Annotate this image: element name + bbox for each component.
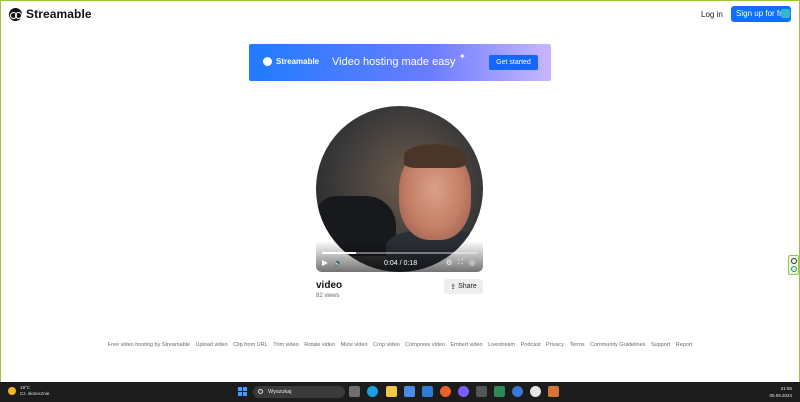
progress-fill (322, 252, 357, 254)
volume-icon[interactable]: 🔈 (334, 259, 343, 267)
footer-link[interactable]: Embed video (451, 342, 483, 348)
signup-button[interactable]: Sign up for free (731, 6, 791, 22)
promo-banner[interactable]: Streamable Video hosting made easy ✦ Get… (249, 44, 551, 81)
streamable-logo-icon (9, 7, 22, 21)
footer-link[interactable]: Rotate video (304, 342, 335, 348)
weather-widget[interactable]: 19°C Cz. słonecznie (8, 385, 49, 397)
share-button[interactable]: ⇪ Share (444, 279, 483, 294)
chat-icon[interactable] (781, 9, 790, 18)
footer-link[interactable]: Free video hosting by Streamable (108, 342, 190, 348)
firefox-icon[interactable] (440, 386, 451, 397)
footer-link[interactable]: Privacy (546, 342, 564, 348)
sparkle-icon: ✦ (459, 52, 466, 61)
monitor-icon[interactable] (494, 386, 505, 397)
weather-description: Cz. słonecznie (20, 391, 50, 396)
time-display: 0:04 / 0:18 (384, 260, 418, 267)
store-icon[interactable] (404, 386, 415, 397)
app-icon[interactable] (512, 386, 523, 397)
brand-name: Streamable (26, 7, 92, 21)
banner-tagline: Video hosting made easy (332, 56, 456, 68)
side-widget[interactable] (788, 255, 799, 275)
taskbar-search[interactable]: Wyszukaj (253, 386, 345, 398)
banner-logo-icon (263, 57, 272, 66)
footer-link[interactable]: Community Guidelines (590, 342, 645, 348)
settings-icon[interactable] (791, 258, 797, 264)
banner-logo: Streamable (263, 57, 319, 66)
app-icon[interactable] (476, 386, 487, 397)
fullscreen-icon[interactable]: ⛶ (458, 259, 463, 267)
video-controls: 🔈 0:04 / 0:18 ⚙ ⛶ ◎ (316, 241, 483, 272)
system-clock[interactable]: 21:55 05.09.2024 (762, 385, 792, 399)
site-header: Streamable Log in Sign up for free (1, 1, 799, 29)
banner-brand: Streamable (276, 57, 320, 66)
video-title: video (316, 280, 343, 291)
mail-icon[interactable] (422, 386, 433, 397)
share-label: Share (458, 283, 477, 290)
file-explorer-icon[interactable] (386, 386, 397, 397)
app-icon[interactable] (530, 386, 541, 397)
footer-links: Free video hosting by Streamable Upload … (1, 342, 799, 348)
footer-link[interactable]: Upload video (196, 342, 228, 348)
get-started-button[interactable]: Get started (489, 55, 538, 70)
weather-icon (8, 387, 16, 395)
windows-start-icon[interactable] (238, 387, 247, 396)
edge-icon[interactable] (367, 386, 378, 397)
clock-time: 21:55 (780, 386, 792, 391)
clock-date: 05.09.2024 (769, 393, 792, 398)
streamable-logo[interactable]: Streamable (9, 7, 92, 21)
footer-link[interactable]: Terms (570, 342, 585, 348)
footer-link[interactable]: Mute video (341, 342, 368, 348)
footer-link[interactable]: Report (676, 342, 693, 348)
footer-link[interactable]: Livestream (488, 342, 515, 348)
footer-link[interactable]: Crop video (373, 342, 400, 348)
grammar-icon[interactable] (791, 266, 797, 272)
browser-window: Streamable Log in Sign up for free Strea… (0, 0, 800, 382)
video-frame-hair (404, 144, 466, 168)
search-placeholder: Wyszukaj (268, 388, 292, 395)
footer-link[interactable]: Support (651, 342, 670, 348)
share-icon: ⇪ (450, 283, 457, 291)
footer-link[interactable]: Podcast (521, 342, 541, 348)
login-link[interactable]: Log in (701, 10, 723, 19)
settings-icon[interactable]: ⚙ (446, 259, 452, 267)
footer-link[interactable]: Trim video (273, 342, 298, 348)
task-view-icon[interactable] (349, 386, 360, 397)
footer-link[interactable]: Compress video (405, 342, 445, 348)
app-icon[interactable] (548, 386, 559, 397)
progress-bar[interactable] (322, 252, 477, 254)
footer-link[interactable]: Clip from URL (233, 342, 268, 348)
taskbar: 19°C Cz. słonecznie Wyszukaj 21:55 05.09… (0, 382, 800, 402)
play-icon[interactable] (322, 260, 328, 266)
search-icon (258, 389, 263, 394)
streamable-icon[interactable]: ◎ (469, 259, 475, 267)
view-count: 82 views (316, 293, 340, 299)
messenger-icon[interactable] (458, 386, 469, 397)
